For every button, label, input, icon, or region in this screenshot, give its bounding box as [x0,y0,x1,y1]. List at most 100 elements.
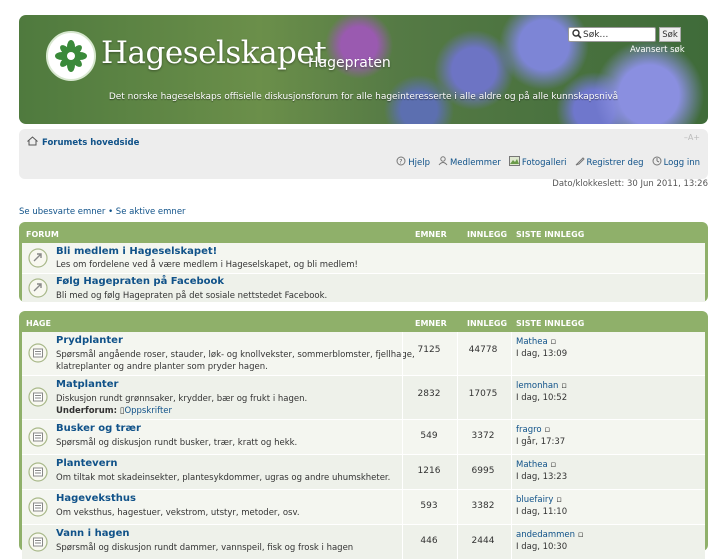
view-latest-icon[interactable]: ▫ [550,337,556,347]
date-time: Dato/klokkeslett: 30 Jun 2011, 13:26 [552,179,708,189]
gallery-label: Fotogalleri [521,157,567,168]
desc-line: Diskusjon rundt grønnsaker, krydder, bær… [56,394,308,404]
register-link[interactable]: Registrer deg [575,156,644,169]
forum-description: Diskusjon rundt grønnsaker, krydder, bær… [56,393,416,417]
col-posts: INNLEGG [467,318,508,328]
table-row[interactable]: Matplanter Diskusjon rundt grønnsaker, k… [22,376,705,420]
post-count: 6995 [471,466,495,476]
col-last: SISTE INNLEGG [516,229,585,239]
forum-title[interactable]: Matplanter [56,379,118,390]
last-post-time: I dag, 10:30 [516,542,568,552]
table-row[interactable]: Hagevekst­hus Om veksthus, hagestuer, ve… [22,490,705,525]
subforum-link[interactable]: Oppskrifter [124,406,172,416]
view-latest-icon[interactable]: ▫ [544,425,550,435]
last-post-user[interactable]: lemonhan [516,381,558,391]
last-post: Mathea ▫ I dag, 13:09 [516,336,567,360]
forum-description: Bli med og følg Hagepraten på det sosial… [56,291,328,301]
gallery-link[interactable]: Fotogalleri [508,156,567,169]
last-post-user[interactable]: Mathea [516,460,548,470]
view-latest-icon[interactable]: ▫ [561,381,567,391]
view-latest-icon[interactable]: ▫ [556,495,562,505]
login-icon [652,156,662,169]
forum-description: Spørsmål og diskusjon rundt dammer, vann… [56,543,354,553]
desc-line: Spørsmål angående roser, stauder, løk- o… [56,350,415,360]
forum-title[interactable]: Vann i hagen [56,528,130,539]
last-post: Mathea ▫ I dag, 13:23 [516,459,567,483]
list-item[interactable]: Bli medlem i Hageselskapet! Les om forde… [22,243,705,274]
topic-count: 2832 [417,389,441,399]
table-row[interactable]: Vann i hagen Spørsmål og diskusjon rundt… [22,525,705,560]
forum-title[interactable]: Hagevekst­hus [56,493,136,504]
col-topics: EMNER [415,318,447,328]
home-icon [26,136,39,149]
advanced-search-link[interactable]: Avansert søk [630,45,685,55]
last-post-time: I går, 17:37 [516,437,566,447]
register-icon [575,156,585,169]
desc-line: klatreplanter og andre planter som pryde… [56,362,268,372]
logo-icon[interactable] [46,31,96,81]
navbar: Forumets hovedside –A+ ? Hjelp Medlemmer… [19,129,708,179]
forum-description: Les om fordelene ved å være medlem i Hag… [56,260,358,270]
forum-read-icon [28,427,48,450]
help-label: Hjelp [408,157,430,168]
forum-description: Spørsmål angående roser, stauder, løk- o… [56,349,416,373]
forum-link-icon [28,248,48,271]
table-row[interactable]: Busker og trær Spørsmål og diskusjon run… [22,420,705,455]
last-post-user[interactable]: Mathea [516,337,548,347]
col-posts: INNLEGG [467,229,508,239]
members-icon [438,156,448,169]
site-tagline: Det norske hageselskaps offisielle disku… [108,92,619,102]
forum-link-icon [28,278,48,301]
last-post-time: I dag, 11:10 [516,507,568,517]
last-post-time: I dag, 13:23 [516,472,568,482]
last-post-time: I dag, 10:52 [516,393,568,403]
forum-read-icon [28,343,48,366]
topic-count: 1216 [417,466,441,476]
last-post-user[interactable]: andedammen [516,530,575,540]
list-item[interactable]: Følg Hagepraten på Facebook Bli med og f… [22,274,705,303]
register-label: Registrer deg [586,157,644,168]
site-name[interactable]: Hageselskapet [101,35,327,71]
gallery-icon [508,156,520,169]
login-link[interactable]: Logg inn [652,156,700,169]
font-size-control[interactable]: –A+ [684,133,700,142]
last-post: bluefairy ▫ I dag, 11:10 [516,494,567,518]
col-topics: EMNER [415,229,447,239]
members-link[interactable]: Medlemmer [438,156,501,169]
forum-title[interactable]: Plantevern [56,458,118,469]
topic-count: 593 [420,501,438,511]
search-icon [572,29,582,42]
forum-title[interactable]: Bli medlem i Hageselskapet! [56,246,217,257]
post-count: 3382 [471,501,495,511]
view-latest-icon[interactable]: ▫ [550,460,556,470]
help-icon: ? [396,156,406,169]
view-latest-icon[interactable]: ▫ [578,530,584,540]
category-header: FORUM EMNER INNLEGG SISTE INNLEGG [22,225,705,243]
nav-links: ? Hjelp Medlemmer Fotogalleri Registrer … [396,156,700,169]
help-link[interactable]: ? Hjelp [396,156,430,169]
table-row[interactable]: Plantevern Om tiltak mot skadeinsekter, … [22,455,705,490]
last-post: lemonhan ▫ I dag, 10:52 [516,380,567,404]
last-post-user[interactable]: bluefairy [516,495,553,505]
forum-category-forum: FORUM EMNER INNLEGG SISTE INNLEGG Bli me… [19,222,708,303]
members-label: Medlemmer [449,157,501,168]
forum-category-hage: HAGE EMNER INNLEGG SISTE INNLEGG Prydpla… [19,311,708,560]
topic-count: 549 [420,431,438,441]
col-last: SISTE INNLEGG [516,318,585,328]
col-forum: FORUM [26,229,59,239]
home-link-label: Forumets hovedside [42,137,140,148]
forum-title[interactable]: Busker og trær [56,423,141,434]
subforum-label: Underforum: [56,406,118,416]
search-button[interactable]: Søk [659,27,681,42]
forum-description: Om veksthus, hagestuer, vekstrom, utstyr… [56,508,300,518]
forum-description: Spørsmål og diskusjon rundt busker, trær… [56,438,298,448]
quick-links[interactable]: Se ubesvarte emner • Se aktive emner [19,207,186,217]
last-post-user[interactable]: fragro [516,425,542,435]
forum-title[interactable]: Følg Hagepraten på Facebook [56,276,224,287]
home-link[interactable]: Forumets hovedside [26,136,140,149]
forum-title[interactable]: Prydplanter [56,335,123,346]
table-row[interactable]: Prydplanter Spørsmål angående roser, sta… [22,332,705,376]
last-post: andedammen ▫ I dag, 10:30 [516,529,583,553]
site-subtitle: Hagepraten [308,55,391,71]
forum-read-icon [28,462,48,485]
